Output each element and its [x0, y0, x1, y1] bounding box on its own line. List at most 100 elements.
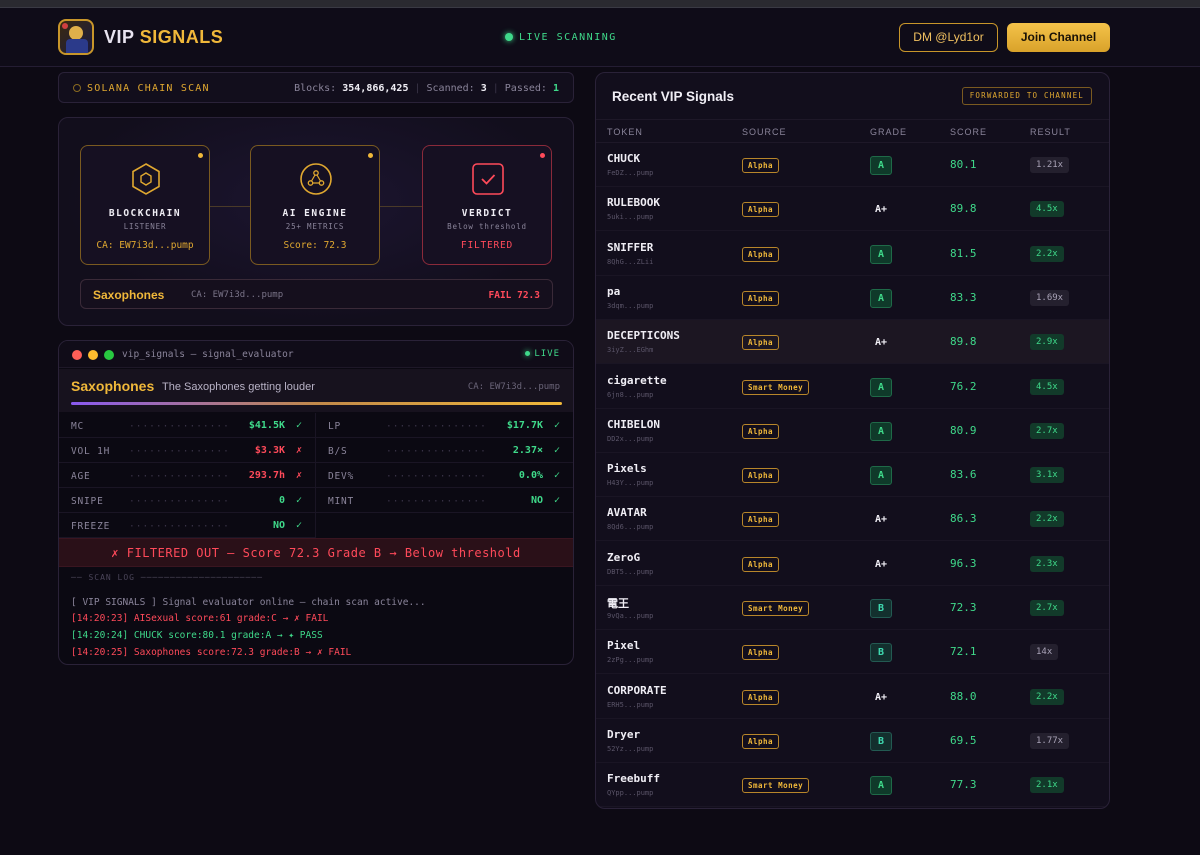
result-badge: 2.2x — [1030, 511, 1064, 528]
metric-value: $17.7K — [506, 420, 543, 431]
pipeline-connector — [380, 206, 422, 207]
evaluator-terminal: vip_signals — signal_evaluator LIVE Saxo… — [58, 340, 574, 665]
token-name: AVATAR — [607, 506, 647, 520]
node-ai-engine: AI ENGINE 25+ METRICS Score: 72.3 — [250, 145, 380, 265]
table-row[interactable]: pa 3dqm...pump Alpha A 83.3 1.69x — [596, 276, 1109, 320]
metric-cell: SNIPE ··············· 0 ✓ — [59, 488, 316, 513]
score-value: 86.3 — [950, 512, 977, 526]
log-line: [14:20:23] AISexual score:61 grade:C → ✗… — [71, 613, 329, 624]
metric-cell: DEV% ··············· 0.0% ✓ — [316, 463, 573, 488]
check-icon: ✓ — [553, 420, 560, 431]
result-badge: 4.5x — [1030, 378, 1064, 395]
grade-badge: A+ — [874, 691, 888, 703]
token-ca: ERH5...pump — [607, 700, 654, 709]
token-name: 電王 — [607, 597, 629, 610]
token-name: cigarette — [607, 373, 667, 387]
table-row[interactable]: ZeroG DBT5...pump Alpha A+ 96.3 2.3x — [596, 542, 1109, 586]
col-source: SOURCE — [742, 127, 787, 137]
token-name: ZeroG — [607, 550, 641, 564]
minimize-dot-icon[interactable] — [88, 350, 98, 360]
pipeline-token-row[interactable]: Saxophones CA: EW7i3d...pump FAIL 72.3 — [80, 279, 553, 309]
table-row[interactable]: CHIBELON DD2x...pump Alpha A 80.9 2.7x — [596, 409, 1109, 453]
result-badge: 2.9x — [1030, 334, 1064, 351]
check-icon: ✓ — [553, 470, 560, 481]
table-row[interactable]: Pixel 2zPg...pump Alpha B 72.1 14x — [596, 630, 1109, 675]
metric-label: LP — [328, 421, 342, 432]
score-value: 83.6 — [950, 468, 977, 482]
token-name: Pixels — [607, 462, 647, 476]
live-scanning-status: LIVE SCANNING — [505, 32, 617, 43]
table-row[interactable]: Freebuff QYpp...pump Smart Money A 77.3 2.1x — [596, 763, 1109, 808]
recent-signals-panel: Recent VIP Signals FORWARDED TO CHANNEL … — [595, 72, 1110, 809]
grade-badge: B — [870, 731, 892, 751]
score-value: 83.3 — [950, 290, 977, 304]
token-name: RULEBOOK — [607, 196, 660, 210]
network-icon — [300, 163, 332, 195]
result-badge: 2.2x — [1030, 245, 1064, 262]
source-badge: Alpha — [742, 468, 780, 484]
log-line: [14:20:24] CHUCK score:80.1 grade:A → ✦ … — [71, 630, 323, 641]
grade-badge: A — [870, 377, 892, 397]
table-row[interactable]: 電王 9vQa...pump Smart Money B 72.3 2.7x — [596, 586, 1109, 630]
table-row[interactable]: CHUCK FeDZ...pump Alpha A 80.1 1.21x — [596, 143, 1109, 187]
dm-button[interactable]: DM @Lyd1or — [899, 23, 998, 52]
token-name: Pixel — [607, 639, 641, 653]
token-ca: DBT5...pump — [607, 567, 654, 576]
status-dot — [198, 153, 203, 158]
table-row[interactable]: DECEPTICONS 3iyZ...EGhm Alpha A+ 89.8 2.9x — [596, 320, 1109, 365]
scan-ring-icon — [73, 84, 81, 92]
token-ca: QYpp...pump — [607, 789, 654, 798]
check-icon: ✓ — [295, 420, 302, 431]
grade-badge: A — [870, 421, 892, 441]
token-name: CHIBELON — [607, 417, 660, 431]
terminal-titlebar: vip_signals — signal_evaluator LIVE — [59, 341, 573, 368]
chain-scan-title: SOLANA CHAIN SCAN — [73, 83, 210, 94]
brand-name: VIP SIGNALS — [104, 27, 224, 47]
grade-badge: A+ — [874, 337, 888, 349]
score-value: 96.3 — [950, 556, 977, 570]
live-dot-icon — [505, 33, 513, 41]
metric-cell: FREEZE ··············· NO ✓ — [59, 513, 316, 538]
log-line: [ VIP SIGNALS ] Signal evaluator online … — [71, 597, 426, 608]
col-result: RESULT — [1030, 127, 1071, 137]
metric-leader: ··············· — [386, 471, 487, 482]
grade-badge: B — [870, 599, 892, 618]
close-dot-icon[interactable] — [72, 350, 82, 360]
metric-label: MINT — [328, 496, 355, 507]
score-value: 81.5 — [950, 246, 977, 260]
score-value: 72.1 — [950, 645, 977, 659]
table-row[interactable]: RULEBOOK 5uki...pump Alpha A+ 89.8 4.5x — [596, 187, 1109, 232]
token-ca: 3dqm...pump — [607, 301, 654, 310]
table-row[interactable]: AVATAR 8Qd6...pump Alpha A+ 86.3 2.2x — [596, 497, 1109, 542]
maximize-dot-icon[interactable] — [104, 350, 114, 360]
metric-value: $3.3K — [254, 445, 285, 456]
metric-value: 0.0% — [518, 470, 543, 481]
metric-cell: AGE ··············· 293.7h ✗ — [59, 463, 316, 488]
terminal-live-badge: LIVE — [525, 349, 560, 359]
table-row[interactable]: CORPORATE ERH5...pump Alpha A+ 88.0 2.2x — [596, 675, 1109, 719]
forwarded-badge: FORWARDED TO CHANNEL — [961, 87, 1092, 105]
source-badge: Alpha — [742, 423, 780, 439]
metric-leader: ··············· — [129, 521, 230, 532]
table-row[interactable]: cigarette 6jn8...pump Smart Money A 76.2 4.5x — [596, 365, 1109, 409]
table-row[interactable]: Dryer 52Yz...pump Alpha B 69.5 1.77x — [596, 719, 1109, 763]
brand-logo — [58, 19, 94, 55]
token-ca: 6jn8...pump — [607, 390, 654, 399]
metric-cell: B/S ··············· 2.37× ✓ — [316, 438, 573, 463]
score-value: 77.3 — [950, 778, 977, 792]
grade-badge: A — [870, 466, 892, 486]
token-ca: 8Qd6...pump — [607, 523, 654, 532]
source-badge: Alpha — [742, 689, 780, 705]
result-badge: 14x — [1030, 644, 1059, 661]
table-row[interactable]: SNIFFER 8QhG...ZLii Alpha A 81.5 2.2x — [596, 232, 1109, 276]
join-channel-button[interactable]: Join Channel — [1007, 23, 1110, 52]
grade-badge: A+ — [874, 514, 888, 526]
source-badge: Alpha — [742, 645, 780, 661]
metric-label: FREEZE — [71, 521, 111, 532]
source-badge: Alpha — [742, 158, 780, 173]
token-ca: DD2x...pump — [607, 434, 654, 443]
blocks-value: 354,866,425 — [342, 83, 409, 94]
table-row[interactable]: Pixels H43Y...pump Alpha A 83.6 3.1x — [596, 453, 1109, 498]
source-badge: Smart Money — [742, 778, 810, 794]
table-header: TOKEN SOURCE GRADE SCORE RESULT — [596, 119, 1109, 143]
